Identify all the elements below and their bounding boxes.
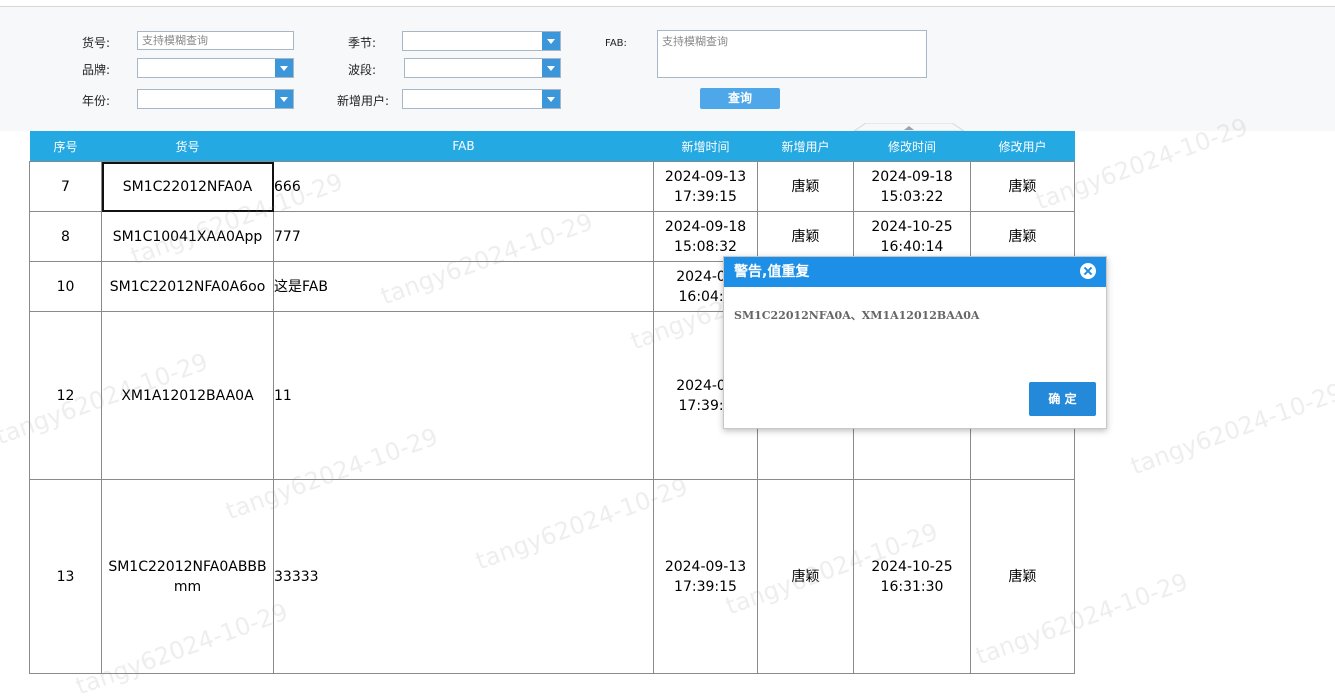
warning-dialog: 警告,值重复 SM1C22012NFA0A、XM1A12012BAA0A 确 定: [723, 256, 1107, 429]
cell-fab[interactable]: 33333: [273, 479, 654, 674]
cell-mod-time[interactable]: 2024-10-25 16:40:14: [853, 211, 971, 262]
pinpai-label: 品牌:: [82, 63, 111, 77]
cell-code[interactable]: SM1C22012NFA0A: [101, 161, 274, 212]
cell-id[interactable]: 8: [29, 211, 102, 262]
cell-mod-user[interactable]: 唐颖: [970, 211, 1075, 262]
jijie-select[interactable]: [402, 31, 561, 51]
table-header-row: 序号 货号 FAB 新增时间 新增用户 修改时间 修改用户: [29, 131, 1075, 162]
query-button[interactable]: 查询: [700, 88, 780, 109]
huohao-label: 货号:: [82, 36, 111, 50]
cell-id[interactable]: 10: [29, 261, 102, 312]
cell-fab[interactable]: 666: [273, 161, 654, 212]
ok-button[interactable]: 确 定: [1029, 382, 1096, 416]
column-header-mod-user[interactable]: 修改用户: [970, 131, 1075, 162]
cell-id[interactable]: 12: [29, 311, 102, 480]
cell-mod-user[interactable]: 唐颖: [970, 161, 1075, 212]
chevron-down-icon[interactable]: [542, 59, 560, 77]
chevron-down-icon[interactable]: [275, 90, 293, 108]
cell-code[interactable]: SM1C22012NFA0ABBB mm: [101, 479, 274, 674]
cell-id[interactable]: 13: [29, 479, 102, 674]
column-header-add-time[interactable]: 新增时间: [653, 131, 758, 162]
fab-textarea[interactable]: 支持模糊查询: [657, 30, 927, 78]
cell-add-user[interactable]: 唐颖: [757, 211, 854, 262]
pinpai-select[interactable]: [137, 58, 294, 78]
cell-fab[interactable]: 这是FAB: [273, 261, 654, 312]
column-header-code[interactable]: 货号: [101, 131, 274, 162]
cell-mod-time[interactable]: 2024-10-25 16:31:30: [853, 479, 971, 674]
cell-code[interactable]: XM1A12012BAA0A: [101, 311, 274, 480]
table-row[interactable]: 7 SM1C22012NFA0A 666 2024-09-13 17:39:15…: [29, 161, 1075, 212]
cell-fab[interactable]: 777: [273, 211, 654, 262]
filter-panel: 货号: 支持模糊查询 季节: FAB: 支持模糊查询 品牌: 波段: 年份: 新…: [0, 7, 1335, 131]
boduan-label: 波段:: [348, 63, 377, 77]
xinzengyonghu-select[interactable]: [402, 89, 561, 109]
dialog-title: 警告,值重复: [724, 257, 1106, 287]
cell-add-user[interactable]: 唐颖: [757, 479, 854, 674]
cell-add-time[interactable]: 2024-09-18 15:08:32: [653, 211, 758, 262]
cell-mod-time[interactable]: 2024-09-18 15:03:22: [853, 161, 971, 212]
cell-add-time[interactable]: 2024-09-13 17:39:15: [653, 479, 758, 674]
huohao-input[interactable]: 支持模糊查询: [137, 31, 294, 50]
chevron-down-icon[interactable]: [275, 59, 293, 77]
close-icon[interactable]: [1080, 263, 1096, 279]
collapse-tab-icon[interactable]: [854, 123, 964, 131]
cell-code[interactable]: SM1C10041XAA0App: [101, 211, 274, 262]
jijie-label: 季节:: [348, 36, 377, 50]
cell-code[interactable]: SM1C22012NFA0A6oo: [101, 261, 274, 312]
cell-fab[interactable]: 11: [273, 311, 654, 480]
table-row[interactable]: 8 SM1C10041XAA0App 777 2024-09-18 15:08:…: [29, 211, 1075, 262]
nianfen-select[interactable]: [137, 89, 294, 109]
chevron-down-icon[interactable]: [542, 32, 560, 50]
fab-label: FAB:: [605, 38, 627, 49]
cell-add-time[interactable]: 2024-09-13 17:39:15: [653, 161, 758, 212]
cell-add-user[interactable]: 唐颖: [757, 161, 854, 212]
xinzengyonghu-label: 新增用户:: [337, 94, 390, 108]
cell-mod-user[interactable]: 唐颖: [970, 479, 1075, 674]
column-header-fab[interactable]: FAB: [273, 131, 654, 162]
chevron-down-icon[interactable]: [542, 90, 560, 108]
dialog-message: SM1C22012NFA0A、XM1A12012BAA0A: [734, 309, 980, 322]
watermark: tangy62024-10-29: [1126, 377, 1335, 481]
cell-id[interactable]: 7: [29, 161, 102, 212]
boduan-select[interactable]: [404, 58, 561, 78]
column-header-id[interactable]: 序号: [29, 131, 102, 162]
column-header-mod-time[interactable]: 修改时间: [853, 131, 971, 162]
nianfen-label: 年份:: [82, 94, 111, 108]
column-header-add-user[interactable]: 新增用户: [757, 131, 854, 162]
table-row[interactable]: 13 SM1C22012NFA0ABBB mm 33333 2024-09-13…: [29, 479, 1075, 674]
